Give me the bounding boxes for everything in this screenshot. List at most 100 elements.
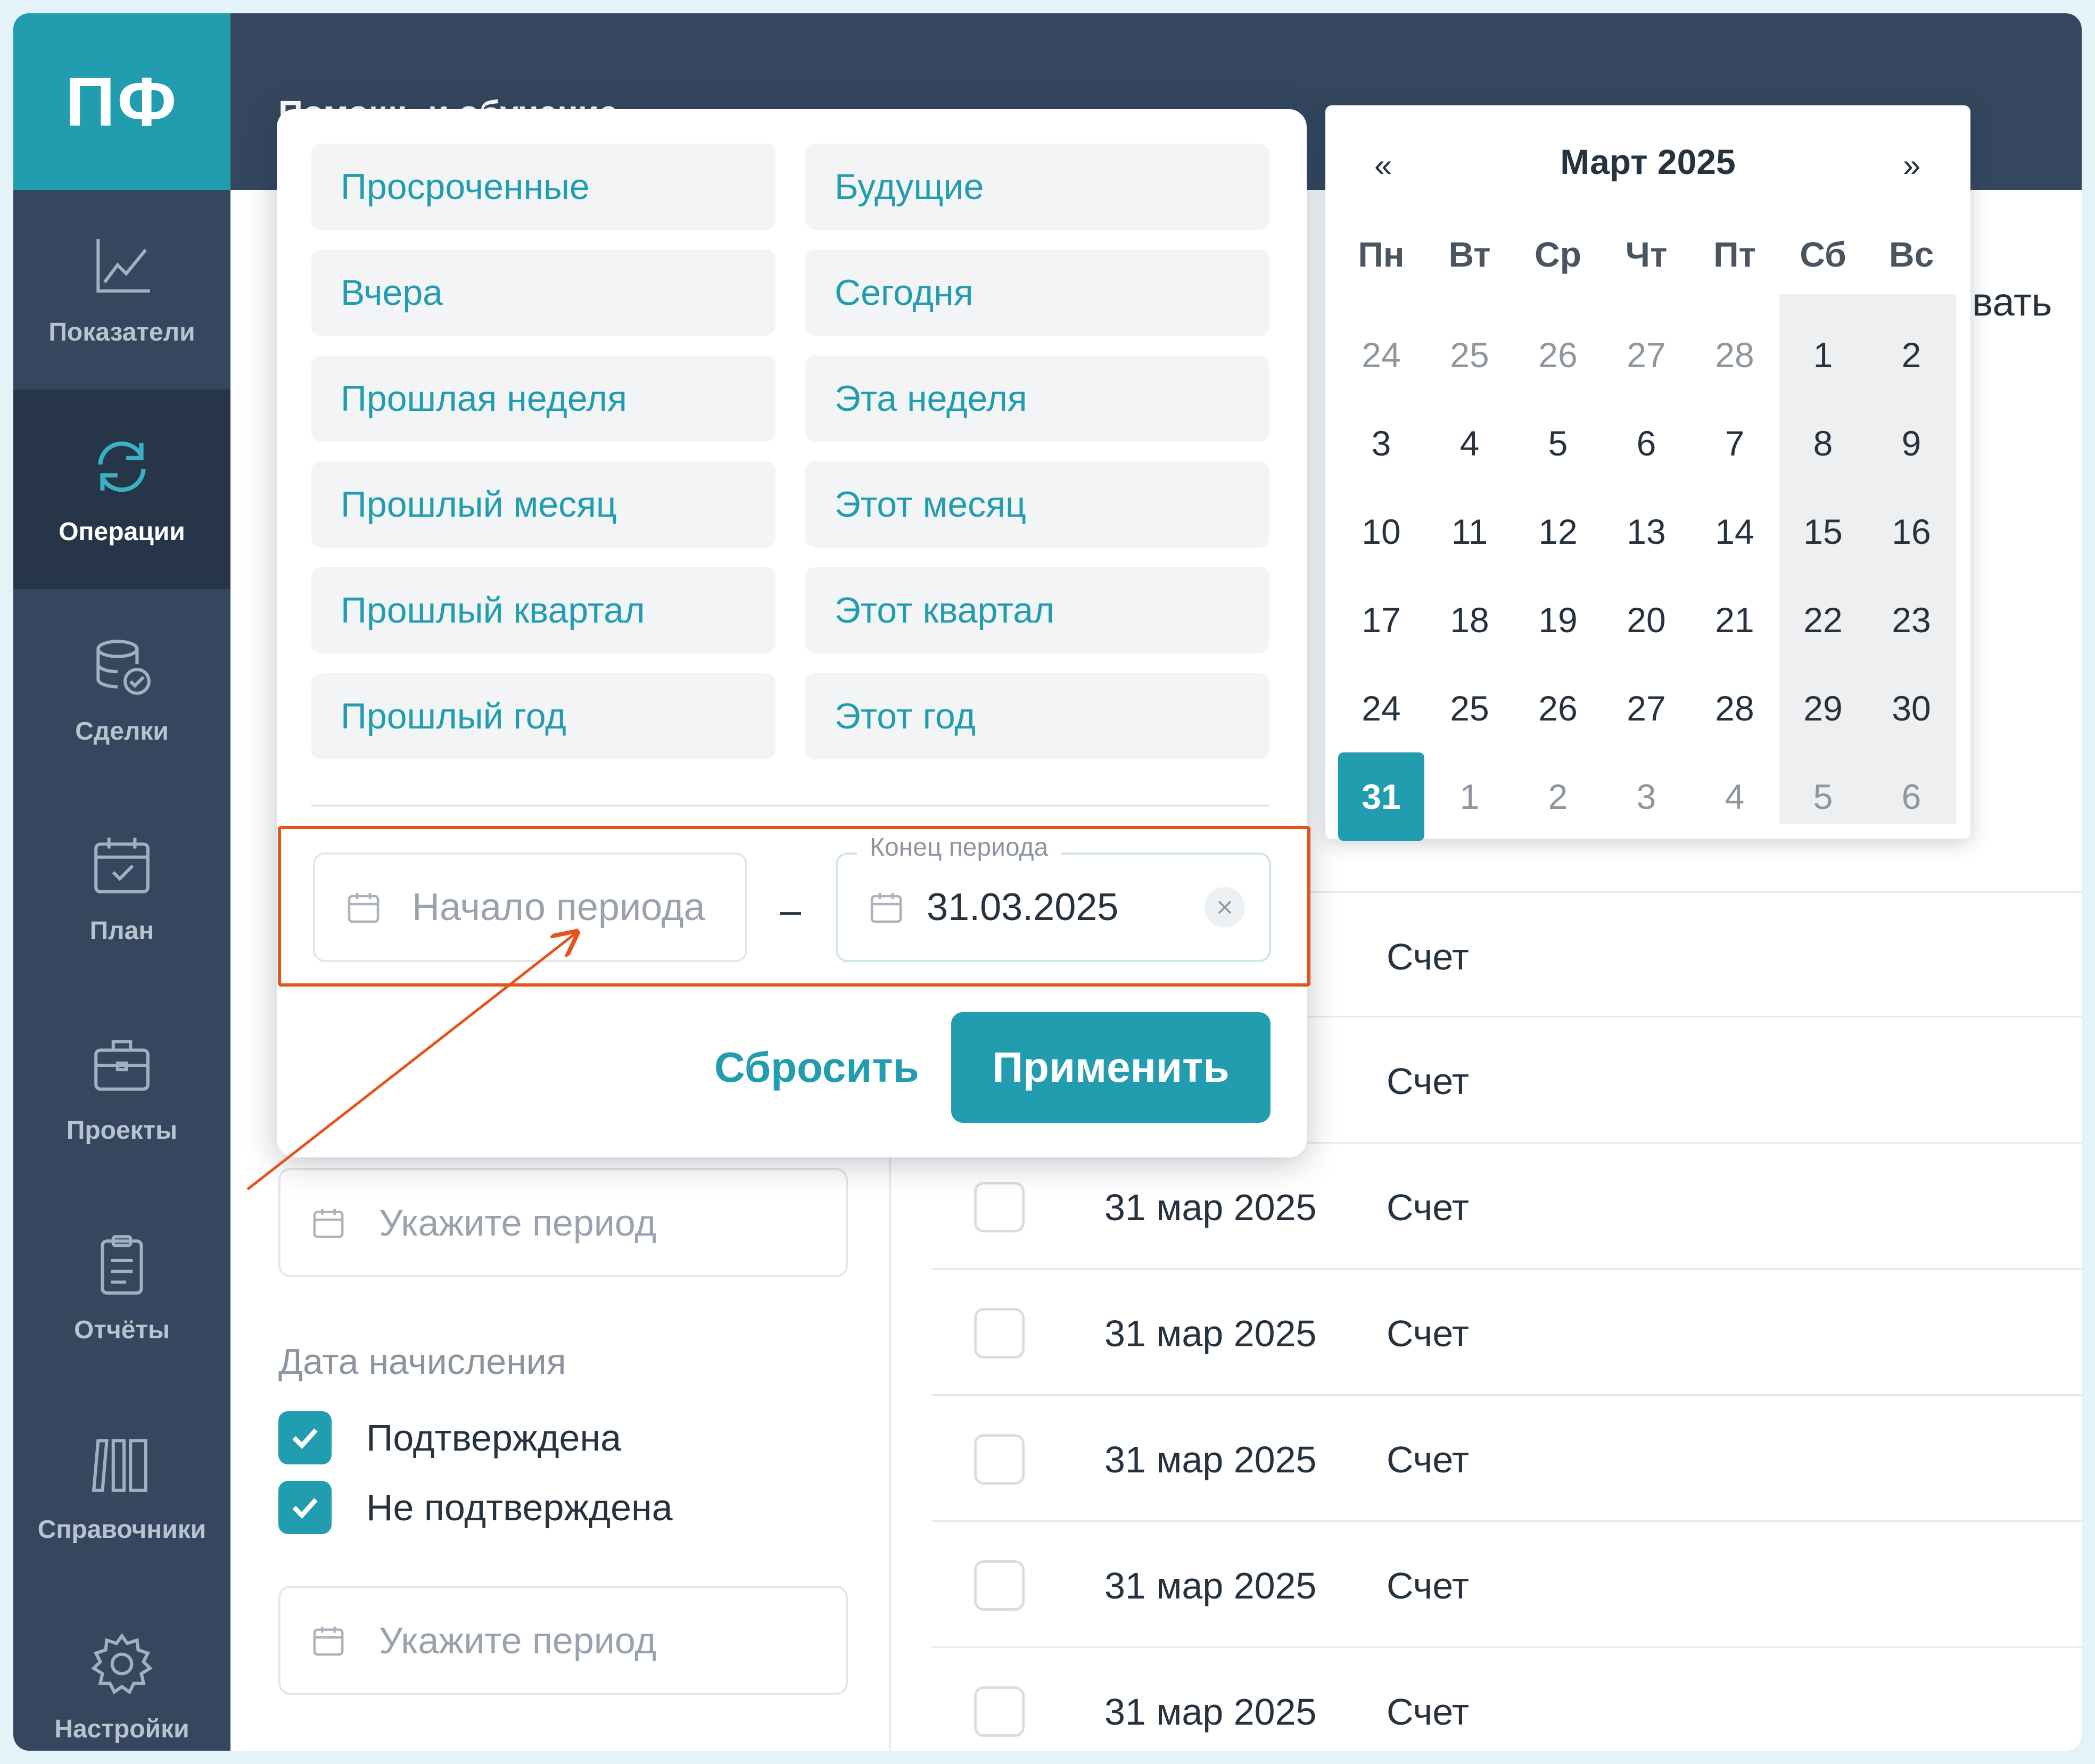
books-icon: [92, 1439, 147, 1492]
calendar-day[interactable]: 24: [1337, 311, 1425, 399]
calendar-day[interactable]: 12: [1514, 487, 1602, 576]
calendar-day[interactable]: 5: [1779, 752, 1867, 841]
calendar-day[interactable]: 23: [1867, 576, 1956, 664]
row-date: 31 мар 2025: [1104, 1187, 1317, 1228]
calendar-day[interactable]: 6: [1602, 399, 1690, 487]
calendar-day[interactable]: 4: [1425, 399, 1514, 487]
calendar-day[interactable]: 9: [1867, 399, 1956, 487]
calendar-day[interactable]: 21: [1690, 576, 1779, 664]
table-row[interactable]: 31 мар 2025 Счет: [931, 1648, 2082, 1751]
calendar-day[interactable]: 20: [1602, 576, 1690, 664]
sidebar-item-settings[interactable]: Настройки: [13, 1587, 230, 1751]
calendar-grid: Пн Вт Ср Чт Пт Сб Вс 24 25 26 27 28 1 2 3 4 5 6 7 8 9 10 11 12 1…: [1337, 222, 1956, 841]
preset-last-week[interactable]: Прошлая неделя: [311, 355, 776, 442]
app-logo[interactable]: ПФ: [13, 13, 230, 190]
calendar-day[interactable]: 18: [1425, 576, 1514, 664]
calendar-day[interactable]: 5: [1514, 399, 1602, 487]
preset-yesterday[interactable]: Вчера: [311, 250, 776, 336]
sidebar-item-reports[interactable]: Отчёты: [13, 1188, 230, 1387]
calendar-day[interactable]: 28: [1690, 311, 1779, 399]
preset-last-year[interactable]: Прошлый год: [311, 673, 776, 759]
calendar-day[interactable]: 27: [1602, 311, 1690, 399]
apply-button[interactable]: Применить: [951, 1012, 1271, 1123]
sidebar-item-directories[interactable]: Справочники: [13, 1387, 230, 1587]
table-row[interactable]: 31 мар 2025 Счет: [931, 1270, 2082, 1396]
sidebar-item-indicators[interactable]: Показатели: [13, 190, 230, 390]
sidebar-item-label: Операции: [59, 518, 185, 546]
calendar-day[interactable]: 14: [1690, 487, 1779, 576]
preset-this-year[interactable]: Этот год: [805, 673, 1269, 759]
row-checkbox[interactable]: [974, 1182, 1025, 1232]
calendar-day[interactable]: 8: [1779, 399, 1867, 487]
calendar-day[interactable]: 1: [1425, 752, 1514, 841]
period-input[interactable]: Укажите период: [278, 1168, 848, 1277]
weekday-header: Чт: [1625, 235, 1668, 274]
preset-last-quarter[interactable]: Прошлый квартал: [311, 567, 776, 653]
calendar-day[interactable]: 11: [1425, 487, 1514, 576]
weekday-header: Вс: [1888, 235, 1934, 274]
calendar-day[interactable]: 25: [1425, 664, 1514, 752]
sidebar-item-operations[interactable]: Операции: [13, 390, 230, 589]
sidebar-item-deals[interactable]: Сделки: [13, 589, 230, 789]
weekday-header: Пн: [1358, 235, 1405, 274]
calendar-day[interactable]: 3: [1337, 399, 1425, 487]
calendar-day[interactable]: 13: [1602, 487, 1690, 576]
reset-button[interactable]: Сбросить: [714, 1043, 919, 1092]
calendar-day[interactable]: 28: [1690, 664, 1779, 752]
preset-this-week[interactable]: Эта неделя: [805, 355, 1269, 442]
calendar-check-icon: [94, 838, 150, 893]
calendar-day-selected[interactable]: 31: [1338, 752, 1424, 841]
calendar-day[interactable]: 10: [1337, 487, 1425, 576]
calendar-day[interactable]: 3: [1602, 752, 1690, 841]
divider: [311, 805, 1269, 807]
checkbox-checked[interactable]: [278, 1411, 332, 1464]
checkbox-label: Подтверждена: [366, 1417, 622, 1459]
calendar-day[interactable]: 15: [1779, 487, 1867, 576]
calendar-day[interactable]: 2: [1514, 752, 1602, 841]
weekday-header: Сб: [1800, 235, 1846, 274]
calendar-day[interactable]: 17: [1337, 576, 1425, 664]
preset-last-month[interactable]: Прошлый месяц: [311, 461, 776, 548]
row-type: Счет: [1387, 1439, 1469, 1480]
calendar-day[interactable]: 26: [1514, 664, 1602, 752]
calendar-day[interactable]: 27: [1602, 664, 1690, 752]
row-checkbox[interactable]: [974, 1686, 1025, 1737]
row-checkbox[interactable]: [974, 1434, 1025, 1485]
calendar-day[interactable]: 25: [1425, 311, 1514, 399]
period-input-2[interactable]: Укажите период: [278, 1586, 848, 1695]
calendar-day[interactable]: 22: [1779, 576, 1867, 664]
sidebar-item-projects[interactable]: Проекты: [13, 988, 230, 1188]
checkbox-checked[interactable]: [278, 1481, 332, 1534]
weekday-header: Пт: [1713, 235, 1756, 274]
preset-today[interactable]: Сегодня: [805, 250, 1269, 336]
check-icon: [292, 1428, 318, 1449]
calendar-day[interactable]: 2: [1867, 311, 1956, 399]
checkbox-unconfirmed[interactable]: Не подтверждена: [278, 1481, 673, 1534]
row-checkbox[interactable]: [974, 1560, 1025, 1611]
calendar-day[interactable]: 6: [1867, 752, 1956, 841]
calendar-day[interactable]: 26: [1514, 311, 1602, 399]
calendar-day[interactable]: 30: [1867, 664, 1956, 752]
preset-overdue[interactable]: Просроченные: [311, 144, 776, 230]
briefcase-icon: [94, 1040, 150, 1091]
table-row[interactable]: 31 мар 2025 Счет: [931, 1522, 2082, 1648]
table-row[interactable]: 31 мар 2025 Счет: [931, 1396, 2082, 1522]
calendar-day[interactable]: 7: [1690, 399, 1779, 487]
preset-this-month[interactable]: Этот месяц: [805, 461, 1269, 548]
row-date: 31 мар 2025: [1104, 1313, 1317, 1354]
row-checkbox[interactable]: [974, 1308, 1025, 1359]
calendar-day[interactable]: 1: [1779, 311, 1867, 399]
calendar-day[interactable]: 19: [1514, 576, 1602, 664]
calendar-day[interactable]: 16: [1867, 487, 1956, 576]
checkbox-confirmed[interactable]: Подтверждена: [278, 1411, 621, 1464]
calendar-day[interactable]: 4: [1690, 752, 1779, 841]
next-month-button[interactable]: »: [1903, 147, 1920, 184]
logo-text: ПФ: [65, 63, 179, 140]
calendar-day[interactable]: 24: [1337, 664, 1425, 752]
sidebar-item-plan[interactable]: План: [13, 789, 230, 988]
preset-this-quarter[interactable]: Этот квартал: [805, 567, 1269, 653]
preset-future[interactable]: Будущие: [805, 144, 1269, 230]
table-row[interactable]: 31 мар 2025 Счет: [931, 1144, 2082, 1270]
calendar-day[interactable]: 29: [1779, 664, 1867, 752]
sidebar-item-label: Сделки: [75, 717, 169, 746]
